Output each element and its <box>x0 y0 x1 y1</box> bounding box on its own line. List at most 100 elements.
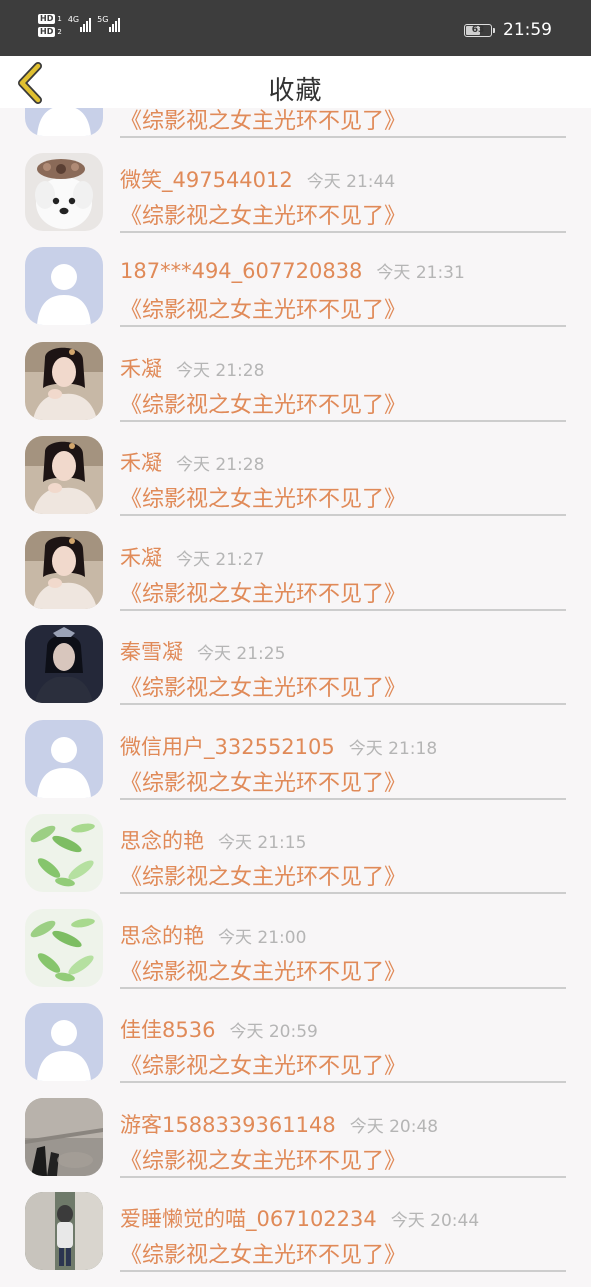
network-type-label: 4G <box>67 15 80 24</box>
timestamp: 今天 21:31 <box>376 263 465 283</box>
user-name[interactable]: 禾凝 <box>120 451 162 475</box>
battery-level: 63 <box>471 25 485 35</box>
user-name[interactable]: 游客1588339361148 <box>120 1113 336 1137</box>
user-avatar[interactable] <box>25 814 103 892</box>
user-name-line: 禾凝 今天 21:27 <box>120 542 264 572</box>
user-name-line: 秦雪凝 今天 21:25 <box>120 636 285 666</box>
divider <box>120 1081 566 1083</box>
list-item[interactable]: 游客1588339361148 今天 20:48 《综影视之女主光环不见了》 <box>0 1098 591 1193</box>
user-avatar[interactable] <box>25 625 103 703</box>
status-bar-left: HD 1 HD 2 4G 5G <box>38 14 121 37</box>
list-item[interactable]: 微信用户_332552105 今天 21:18 《综影视之女主光环不见了》 <box>0 720 591 815</box>
user-name[interactable]: 禾凝 <box>120 357 162 381</box>
user-name-line: 微笑_497544012 今天 21:44 <box>120 164 395 194</box>
list-item[interactable]: 禾凝 今天 21:28 《综影视之女主光环不见了》 <box>0 342 591 437</box>
list-item[interactable]: 爱睡懒觉的喵_067102234 今天 20:44 《综影视之女主光环不见了》 <box>0 1192 591 1287</box>
divider <box>120 1176 566 1178</box>
list-item[interactable]: 秦雪凝 今天 21:25 《综影视之女主光环不见了》 <box>0 625 591 720</box>
timestamp: 今天 21:27 <box>176 550 265 570</box>
list-item[interactable]: 187***494_607720838 今天 21:31 《综影视之女主光环不见了》 <box>0 247 591 342</box>
status-bar: HD 1 HD 2 4G 5G 63 21:59 <box>0 0 591 56</box>
book-title-link[interactable]: 《综影视之女主光环不见了》 <box>120 859 406 891</box>
hd-badge: HD <box>38 14 56 24</box>
book-title-link[interactable]: 《综影视之女主光环不见了》 <box>120 481 406 513</box>
book-title-link[interactable]: 《综影视之女主光环不见了》 <box>120 765 406 797</box>
divider <box>120 420 566 422</box>
divider <box>120 231 566 233</box>
status-clock: 21:59 <box>503 20 552 40</box>
list-item[interactable]: 微笑_497544012 今天 21:44 《综影视之女主光环不见了》 <box>0 153 591 248</box>
timestamp: 今天 21:44 <box>306 172 396 192</box>
hd-indicator-2: HD 2 <box>38 27 62 37</box>
app-header: 收藏 <box>0 56 591 108</box>
timestamp: 今天 21:18 <box>348 739 438 759</box>
signal-bars-icon <box>80 16 92 32</box>
divider <box>120 892 566 894</box>
user-name-line: 爱睡懒觉的喵_067102234 今天 20:44 <box>120 1203 479 1233</box>
user-name[interactable]: 秦雪凝 <box>120 640 183 664</box>
user-name-line: 游客1588339361148 今天 20:48 <box>120 1109 438 1139</box>
status-bar-right: 63 21:59 <box>464 20 552 40</box>
book-title-link[interactable]: 《综影视之女主光环不见了》 <box>120 954 406 986</box>
user-name[interactable]: 187***494_607720838 <box>120 259 362 283</box>
list-item[interactable]: 禾凝 今天 21:28 《综影视之女主光环不见了》 <box>0 436 591 531</box>
user-name[interactable]: 爱睡懒觉的喵_067102234 <box>120 1207 377 1231</box>
signal-5g: 5G <box>97 15 121 32</box>
user-avatar[interactable] <box>25 720 103 798</box>
user-avatar[interactable] <box>25 909 103 987</box>
user-name[interactable]: 思念的艳 <box>120 829 204 853</box>
hd-indicators: HD 1 HD 2 <box>38 14 62 37</box>
list-item[interactable]: 佳佳8536 今天 20:59 《综影视之女主光环不见了》 <box>0 1003 591 1098</box>
user-avatar[interactable] <box>25 342 103 420</box>
timestamp: 今天 21:28 <box>176 455 265 475</box>
list-item[interactable]: 禾凝 今天 21:27 《综影视之女主光环不见了》 <box>0 531 591 626</box>
book-title-link[interactable]: 《综影视之女主光环不见了》 <box>120 1143 406 1175</box>
signal-bars-icon <box>109 16 121 32</box>
book-title-link[interactable]: 《综影视之女主光环不见了》 <box>120 292 406 324</box>
user-avatar[interactable] <box>25 1003 103 1081</box>
divider <box>120 514 566 516</box>
hd-badge: HD <box>38 27 56 37</box>
divider <box>120 703 566 705</box>
list-item[interactable]: 思念的艳 今天 21:00 《综影视之女主光环不见了》 <box>0 909 591 1004</box>
book-title-link[interactable]: 《综影视之女主光环不见了》 <box>120 198 406 230</box>
timestamp: 今天 20:44 <box>390 1211 480 1231</box>
user-name-line: 思念的艳 今天 21:15 <box>120 825 306 855</box>
user-name[interactable]: 微信用户_332552105 <box>120 735 335 759</box>
user-name-line: 187***494_607720838 今天 21:31 <box>120 258 465 283</box>
list-item[interactable]: 思念的艳 今天 21:15 《综影视之女主光环不见了》 <box>0 814 591 909</box>
book-title-link[interactable]: 《综影视之女主光环不见了》 <box>120 387 406 419</box>
user-name[interactable]: 思念的艳 <box>120 924 204 948</box>
user-avatar[interactable] <box>25 1098 103 1176</box>
user-name-line: 佳佳8536 今天 20:59 <box>120 1014 318 1044</box>
user-name-line: 禾凝 今天 21:28 <box>120 447 264 477</box>
book-title-link[interactable]: 《综影视之女主光环不见了》 <box>120 1237 406 1269</box>
hd-indicator-1: HD 1 <box>38 14 62 24</box>
hd-sub-label: 1 <box>57 15 62 23</box>
divider <box>120 798 566 800</box>
divider <box>120 1270 566 1272</box>
book-title-link[interactable]: 《综影视之女主光环不见了》 <box>120 1048 406 1080</box>
user-name-line: 微信用户_332552105 今天 21:18 <box>120 731 437 761</box>
network-type-label: 5G <box>97 15 109 24</box>
timestamp: 今天 21:00 <box>218 928 307 948</box>
book-title-link[interactable]: 《综影视之女主光环不见了》 <box>120 576 406 608</box>
user-avatar[interactable] <box>25 531 103 609</box>
user-name[interactable]: 禾凝 <box>120 546 162 570</box>
battery-icon: 63 <box>464 23 492 37</box>
user-avatar[interactable] <box>25 247 103 325</box>
user-name-line: 禾凝 今天 21:28 <box>120 353 264 383</box>
user-avatar[interactable] <box>25 153 103 231</box>
user-avatar[interactable] <box>25 436 103 514</box>
user-avatar[interactable] <box>25 1192 103 1270</box>
divider <box>120 987 566 989</box>
user-name[interactable]: 佳佳8536 <box>120 1018 215 1042</box>
page-title: 收藏 <box>268 76 323 106</box>
signal-4g: 4G <box>67 15 92 32</box>
user-name-line: 思念的艳 今天 21:00 <box>120 920 306 950</box>
timestamp: 今天 21:15 <box>218 833 307 853</box>
user-name[interactable]: 微笑_497544012 <box>120 168 293 192</box>
timestamp: 今天 20:48 <box>349 1117 439 1137</box>
hd-sub-label: 2 <box>57 28 62 36</box>
book-title-link[interactable]: 《综影视之女主光环不见了》 <box>120 670 406 702</box>
